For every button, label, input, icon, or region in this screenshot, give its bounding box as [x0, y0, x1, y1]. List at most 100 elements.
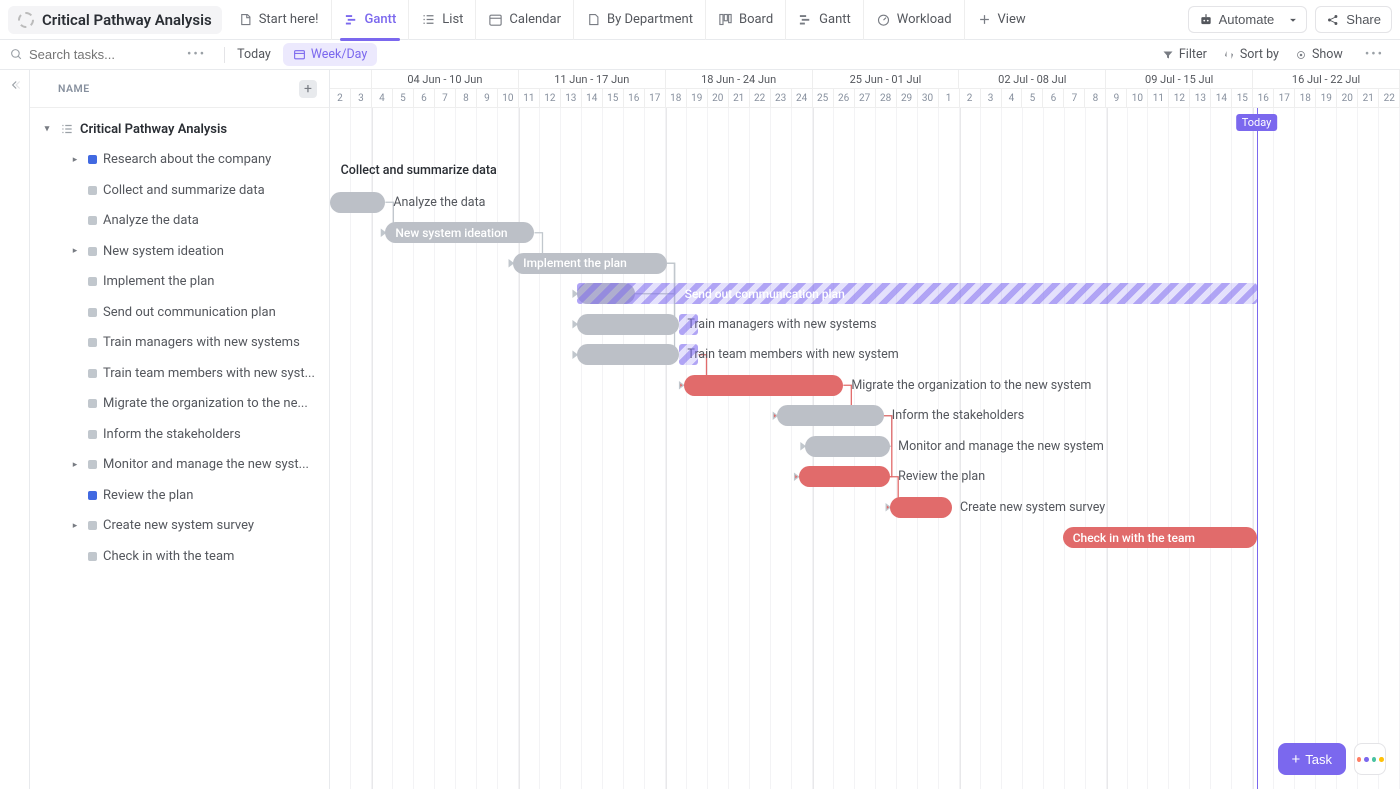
- gantt-bar[interactable]: New system ideation: [385, 222, 534, 243]
- expand-arrow-icon: ▸: [68, 246, 82, 256]
- status-dot: [88, 460, 97, 469]
- sortby-button[interactable]: Sort by: [1223, 47, 1279, 62]
- week-header: 02 Jul - 08 Jul: [959, 70, 1106, 89]
- tree-task[interactable]: Collect and summarize data: [40, 175, 329, 206]
- day-header: 3: [981, 89, 1002, 108]
- collapse-sidebar-button[interactable]: [0, 70, 30, 789]
- gantt-bar[interactable]: Train managers with new systems: [577, 314, 679, 335]
- day-header: 7: [1064, 89, 1085, 108]
- gantt-bar-label: Create new system survey: [960, 500, 1105, 515]
- gantt-bar[interactable]: Check in with the team: [1063, 527, 1257, 548]
- gantt-row: Check in with the team: [330, 523, 1400, 554]
- new-task-button[interactable]: + Task: [1278, 743, 1347, 775]
- gantt-bar[interactable]: Monitor and manage the new system: [805, 436, 890, 457]
- day-header: 25: [813, 89, 834, 108]
- day-header: 15: [1232, 89, 1253, 108]
- day-header: 21: [1358, 89, 1379, 108]
- title-box[interactable]: Critical Pathway Analysis: [8, 6, 222, 34]
- tree-task[interactable]: Train team members with new syst...: [40, 358, 329, 389]
- tab-addview[interactable]: View: [965, 0, 1038, 40]
- filter-button[interactable]: Filter: [1162, 47, 1207, 62]
- gantt-row: Train managers with new systems: [330, 309, 1400, 340]
- tree-group[interactable]: ▾Critical Pathway Analysis: [40, 114, 329, 145]
- tree-task[interactable]: Implement the plan: [40, 267, 329, 298]
- day-header: 12: [540, 89, 561, 108]
- tab-bydept[interactable]: By Department: [574, 0, 706, 40]
- tab-list[interactable]: List: [409, 0, 476, 40]
- day-header: 20: [708, 89, 729, 108]
- day-header: 17: [645, 89, 666, 108]
- tree-task[interactable]: Check in with the team: [40, 541, 329, 572]
- gantt-bar-label: Train team members with new system: [687, 347, 898, 362]
- tab-workload[interactable]: Workload: [864, 0, 965, 40]
- day-header: 23: [771, 89, 792, 108]
- gantt-bar-label: Inform the stakeholders: [892, 408, 1024, 423]
- day-header: 4: [1002, 89, 1023, 108]
- tree-task[interactable]: Review the plan: [40, 480, 329, 511]
- gantt-bar[interactable]: Migrate the organization to the new syst…: [684, 375, 844, 396]
- search-input[interactable]: [29, 47, 169, 62]
- gantt-row: Analyze the data: [330, 187, 1400, 218]
- gantt-bar[interactable]: Inform the stakeholders: [777, 405, 884, 426]
- tree-task[interactable]: ▸New system ideation: [40, 236, 329, 267]
- gantt-body: Collect and summarize dataAnalyze the da…: [330, 108, 1400, 789]
- header-right: Automate Share: [1188, 6, 1392, 33]
- tree-task[interactable]: Inform the stakeholders: [40, 419, 329, 450]
- gantt-bar[interactable]: Analyze the data: [330, 192, 385, 213]
- day-header: 16: [1253, 89, 1274, 108]
- automate-button[interactable]: Automate: [1188, 6, 1281, 33]
- tree-task[interactable]: Migrate the organization to the ne...: [40, 389, 329, 420]
- expand-arrow-icon: ▸: [68, 521, 82, 531]
- tab-calendar[interactable]: Calendar: [476, 0, 574, 40]
- gantt-row: New system ideation: [330, 218, 1400, 249]
- day-header: 19: [1316, 89, 1337, 108]
- add-column-button[interactable]: +: [299, 80, 317, 98]
- search-more-icon[interactable]: •••: [181, 47, 212, 62]
- day-header: 30: [918, 89, 939, 108]
- weekday-toggle[interactable]: Week/Day: [283, 43, 377, 66]
- calendar-icon: [488, 12, 503, 27]
- toolbar-more-icon[interactable]: •••: [1359, 47, 1390, 62]
- tab-gantt1[interactable]: Gantt: [332, 0, 410, 40]
- tree-task[interactable]: Analyze the data: [40, 206, 329, 237]
- day-header: 10: [1127, 89, 1148, 108]
- share-button[interactable]: Share: [1315, 6, 1392, 33]
- gantt-bar[interactable]: Review the plan: [799, 466, 891, 487]
- today-button[interactable]: Today: [237, 47, 271, 62]
- page-title: Critical Pathway Analysis: [42, 11, 212, 29]
- tab-gantt2[interactable]: Gantt: [786, 0, 864, 40]
- main: NAME + ▾Critical Pathway Analysis▸Resear…: [0, 70, 1400, 789]
- bydept-icon: [586, 12, 601, 27]
- automate-dropdown[interactable]: [1280, 6, 1307, 33]
- gantt1-icon: [344, 12, 359, 27]
- tab-start[interactable]: Start here!: [226, 0, 332, 40]
- gantt-row: Review the plan: [330, 462, 1400, 493]
- list-icon: [421, 12, 436, 27]
- tree-task[interactable]: ▸Create new system survey: [40, 511, 329, 542]
- status-dot: [88, 247, 97, 256]
- gantt-bar[interactable]: Implement the plan: [513, 253, 666, 274]
- tree-task[interactable]: Send out communication plan: [40, 297, 329, 328]
- today-tag: Today: [1236, 114, 1278, 131]
- gantt-bar[interactable]: Create new system survey: [890, 497, 952, 518]
- gantt-chart[interactable]: 04 Jun - 10 Jun11 Jun - 17 Jun18 Jun - 2…: [330, 70, 1400, 789]
- day-header: 16: [624, 89, 645, 108]
- tree-task[interactable]: Train managers with new systems: [40, 328, 329, 359]
- name-column-header: NAME: [58, 82, 90, 95]
- gantt-row: Inform the stakeholders: [330, 401, 1400, 432]
- gantt-bar-label: Review the plan: [898, 469, 985, 484]
- apps-button[interactable]: [1354, 743, 1386, 775]
- day-header: 8: [1085, 89, 1106, 108]
- tree-task[interactable]: ▸Monitor and manage the new syst...: [40, 450, 329, 481]
- gantt-bar-label: Analyze the data: [393, 195, 485, 210]
- gantt-bar[interactable]: Train team members with new system: [577, 344, 679, 365]
- day-header: 9: [477, 89, 498, 108]
- status-dot: [88, 308, 97, 317]
- tree-task[interactable]: ▸Research about the company: [40, 145, 329, 176]
- tab-board[interactable]: Board: [706, 0, 786, 40]
- show-button[interactable]: Show: [1295, 47, 1343, 62]
- gantt2-icon: [798, 12, 813, 27]
- sidebar-head: NAME +: [30, 70, 329, 108]
- gantt-bar[interactable]: Send out communication plan: [577, 283, 1256, 304]
- filter-icon: [1162, 49, 1174, 61]
